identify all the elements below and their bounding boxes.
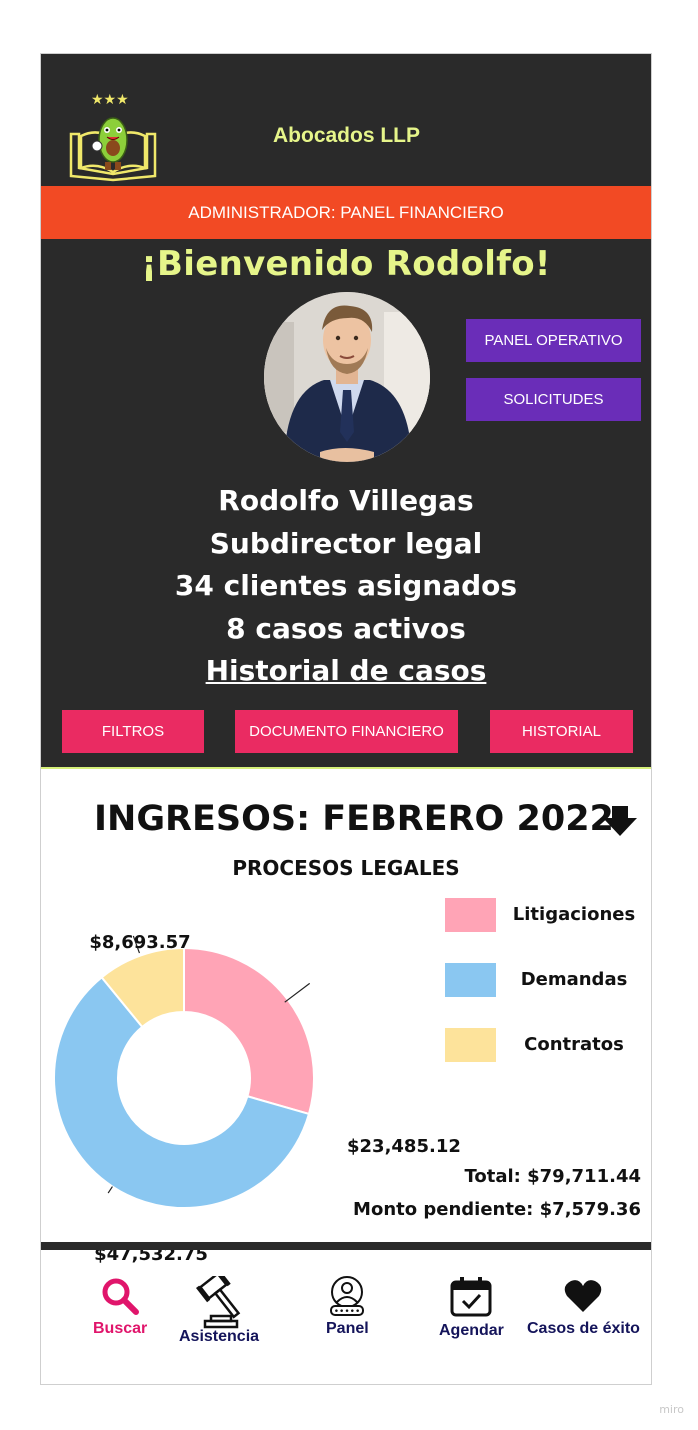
app-frame: ★★★ Abocados LLP ADMINISTRADOR: PANEL FI…: [40, 53, 652, 1385]
search-icon: [102, 1278, 140, 1315]
active-cases: 8 casos activos: [226, 612, 466, 645]
profile-role: Subdirector legal: [209, 527, 483, 560]
admin-panel-banner: ADMINISTRADOR: PANEL FINANCIERO: [41, 186, 651, 239]
nav-search[interactable]: Buscar: [93, 1276, 147, 1338]
svg-text:•••••: •••••: [334, 1307, 361, 1316]
legend-swatch-contratos: [445, 1028, 496, 1062]
requests-button[interactable]: SOLICITUDES: [466, 378, 641, 421]
gavel-icon: [196, 1276, 241, 1329]
income-total: Total: $79,711.44: [464, 1166, 641, 1187]
financial-document-button[interactable]: DOCUMENTO FINANCIERO: [235, 710, 458, 753]
nav-label-schedule: Agendar: [439, 1322, 504, 1339]
brand-name: Abocados LLP: [273, 124, 421, 147]
income-title: INGRESOS: FEBRERO 2022: [94, 799, 614, 839]
avocado-logo: ★★★: [69, 92, 157, 182]
pending-amount: Monto pendiente: $7,579.36: [353, 1199, 641, 1220]
operational-panel-button[interactable]: PANEL OPERATIVO: [466, 319, 641, 362]
nav-label-assistance: Asistencia: [179, 1328, 260, 1345]
welcome-heading: ¡Bienvenido Rodolfo!: [141, 244, 551, 284]
slice-litigaciones: [183, 946, 315, 1116]
svg-text:★★★: ★★★: [91, 92, 129, 108]
nav-schedule[interactable]: Agendar: [439, 1276, 504, 1340]
heart-icon: [565, 1280, 602, 1312]
case-history-link[interactable]: Historial de casos: [41, 654, 651, 688]
profile-photo: [264, 292, 430, 462]
value-label-contratos: $8,693.57: [89, 932, 190, 953]
legend-label-demandas: Demandas: [520, 969, 628, 990]
nav-success-cases[interactable]: Casos de éxito: [527, 1276, 640, 1338]
avatar: [264, 292, 430, 462]
nav-label-panel: Panel: [326, 1320, 369, 1337]
profile-name: Rodolfo Villegas: [218, 484, 474, 517]
arrow-down-icon[interactable]: [603, 806, 637, 836]
nav-divider: [41, 1242, 651, 1250]
assigned-clients: 34 clientes asignados: [174, 569, 518, 602]
nav-panel[interactable]: ••••• Panel: [326, 1276, 369, 1338]
calendar-check-icon: [450, 1277, 492, 1317]
filters-button[interactable]: FILTROS: [62, 710, 204, 753]
leader-line: [107, 1186, 113, 1194]
legend-label-contratos: Contratos: [524, 1034, 624, 1055]
nav-assistance[interactable]: Asistencia: [179, 1276, 259, 1346]
legend-swatch-litigaciones: [445, 898, 496, 932]
profile-header: ★★★ Abocados LLP ADMINISTRADOR: PANEL FI…: [41, 54, 651, 769]
user-login-icon: •••••: [330, 1276, 365, 1316]
legend-label-litigaciones: Litigaciones: [512, 904, 636, 925]
miro-watermark: miro: [659, 1403, 684, 1416]
history-button[interactable]: HISTORIAL: [490, 710, 633, 753]
value-label-litigaciones: $23,485.12: [347, 1136, 461, 1157]
leader-line: [284, 982, 311, 1003]
nav-label-success-cases: Casos de éxito: [527, 1320, 640, 1337]
nav-label-search: Buscar: [93, 1320, 148, 1337]
legend-swatch-demandas: [445, 963, 496, 997]
